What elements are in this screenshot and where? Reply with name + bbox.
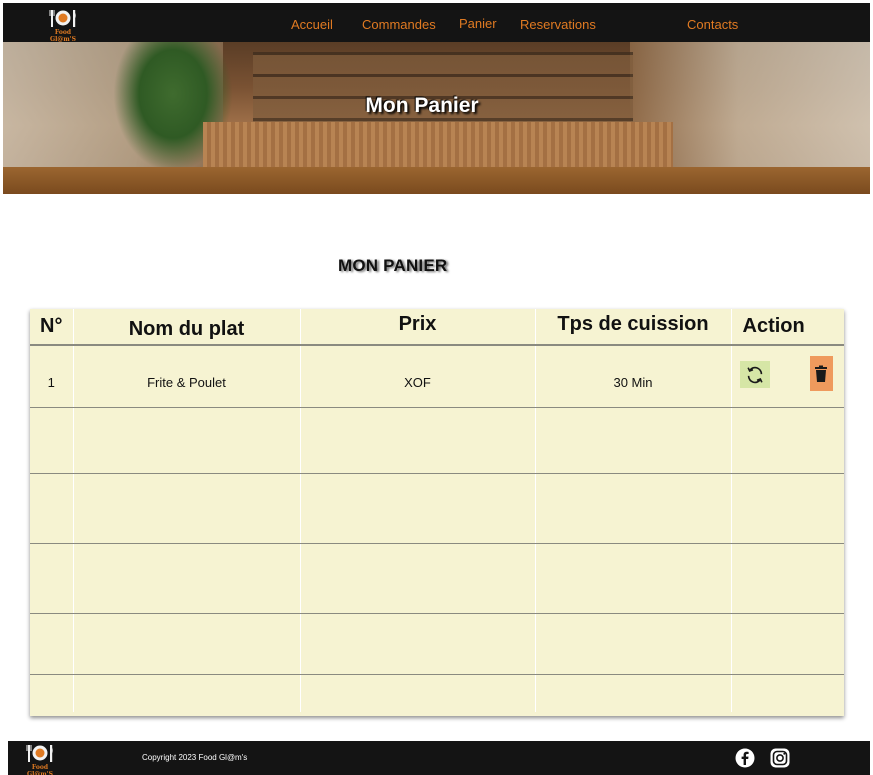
cart-heading: MON PANIER	[338, 256, 448, 275]
table-row-empty	[30, 543, 844, 614]
footer-brand-logo[interactable]: Food Gl@m'S	[18, 744, 62, 775]
plate-cutlery-icon	[26, 745, 53, 762]
cell-dish-name: Frite & Poulet	[73, 345, 301, 408]
table-row-empty	[30, 613, 844, 675]
cell-price: XOF	[300, 345, 536, 408]
hero-image-bar-counter	[203, 122, 673, 167]
column-header-dish: Nom du plat	[73, 309, 301, 346]
brand-name: Food Gl@m'S	[50, 29, 76, 43]
column-header-action: Action	[731, 309, 844, 346]
footer: Food Gl@m'S Copyright 2023 Food Gl@m's	[8, 741, 870, 775]
column-header-number: N°	[30, 309, 74, 346]
instagram-link[interactable]	[770, 748, 790, 768]
nav-item-panier[interactable]: Panier	[459, 16, 497, 31]
hero-banner: Mon Panier	[3, 42, 870, 194]
nav-item-contacts[interactable]: Contacts	[687, 17, 738, 32]
plate-cutlery-icon	[49, 10, 76, 27]
nav-item-commandes[interactable]: Commandes	[362, 17, 436, 32]
brand-logo[interactable]: Food Gl@m'S	[41, 9, 85, 43]
table-row-empty	[30, 674, 844, 712]
hero-image-bench	[3, 167, 870, 194]
table-row-empty	[30, 473, 844, 544]
nav-item-reservations[interactable]: Reservations	[520, 17, 596, 32]
cell-cooking-time: 30 Min	[535, 345, 732, 408]
cart-table: N° Nom du plat Prix Tps de cuission Acti…	[30, 309, 844, 716]
facebook-link[interactable]	[735, 748, 755, 768]
cell-actions	[731, 345, 844, 408]
instagram-icon	[770, 748, 790, 768]
table-row: 1 Frite & Poulet XOF 30 Min	[30, 345, 844, 408]
trash-icon	[815, 365, 827, 382]
column-header-cooking-time: Tps de cuission	[535, 309, 732, 346]
table-row-empty	[30, 407, 844, 474]
refresh-button[interactable]	[739, 361, 770, 388]
top-navbar: Food Gl@m'S Accueil Commandes Panier Res…	[3, 3, 870, 43]
delete-button[interactable]	[809, 356, 833, 391]
cell-number: 1	[30, 345, 74, 408]
table-header-row: N° Nom du plat Prix Tps de cuission Acti…	[30, 309, 844, 346]
page: Food Gl@m'S Accueil Commandes Panier Res…	[3, 3, 870, 775]
footer-brand-name: Food Gl@m'S	[27, 764, 53, 775]
nav-item-accueil[interactable]: Accueil	[291, 17, 333, 32]
refresh-icon	[746, 366, 763, 383]
copyright-text: Copyright 2023 Food Gl@m's	[142, 753, 248, 762]
facebook-icon	[735, 748, 755, 768]
hero-title: Mon Panier	[365, 94, 479, 117]
column-header-price: Prix	[300, 309, 536, 346]
